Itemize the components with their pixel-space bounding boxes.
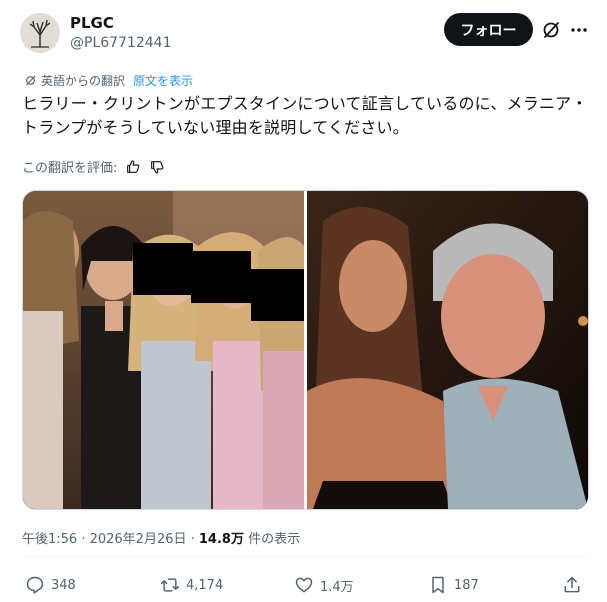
reply-button[interactable]: 348 xyxy=(25,575,76,595)
follow-button[interactable]: フォロー xyxy=(444,13,533,46)
censor-bar xyxy=(191,251,251,303)
grok-translate-icon xyxy=(26,75,36,86)
tweet-media[interactable] xyxy=(22,190,589,510)
share-button[interactable] xyxy=(562,575,582,595)
tweet-card: PLGC @PL67712441 フォロー 英語からの翻訳 原文を表示 ヒラリー… xyxy=(0,0,607,602)
tweet-meta: 午後1:56 · 2026年2月26日 · 14.8万 件の表示 xyxy=(22,528,300,547)
grok-icon[interactable] xyxy=(540,19,562,41)
repost-button[interactable]: 4,174 xyxy=(160,575,223,595)
heart-icon xyxy=(295,577,313,593)
right-photo xyxy=(307,191,588,509)
timestamp[interactable]: 午後1:56 · 2026年2月26日 · xyxy=(22,532,199,547)
display-name[interactable]: PLGC xyxy=(70,14,114,32)
views-suffix: 件の表示 xyxy=(243,532,301,547)
reply-icon xyxy=(26,576,44,594)
rate-translation: この翻訳を評価: xyxy=(22,157,165,176)
translation-note: 英語からの翻訳 原文を表示 xyxy=(24,72,193,89)
thumbs-down-icon[interactable] xyxy=(149,159,165,175)
more-icon[interactable] xyxy=(568,19,590,41)
repost-icon xyxy=(160,578,180,592)
photo-collage xyxy=(23,191,588,509)
like-count: 1.4万 xyxy=(320,579,354,595)
rate-label: この翻訳を評価: xyxy=(22,161,118,176)
action-bar: 348 4,174 1.4万 187 xyxy=(0,575,607,599)
censor-bar xyxy=(251,269,304,321)
bookmark-icon xyxy=(432,576,444,594)
avatar[interactable] xyxy=(20,13,60,53)
user-handle[interactable]: @PL67712441 xyxy=(70,35,172,51)
divider xyxy=(22,556,587,557)
reply-count: 348 xyxy=(51,577,76,593)
like-button[interactable]: 1.4万 xyxy=(294,575,354,595)
translation-label: 英語からの翻訳 xyxy=(41,74,126,88)
left-photo xyxy=(23,191,304,509)
tweet-text: ヒラリー・クリントンがエプスタインについて証言しているのに、メラニア・トランプが… xyxy=(22,94,588,137)
show-original-link[interactable]: 原文を表示 xyxy=(133,72,193,89)
bookmark-count: 187 xyxy=(454,577,479,593)
repost-count: 4,174 xyxy=(186,577,224,593)
share-icon xyxy=(564,576,580,593)
bookmark-button[interactable]: 187 xyxy=(428,575,479,595)
tree-avatar-icon xyxy=(20,13,60,53)
censor-bar xyxy=(133,243,193,295)
view-count: 14.8万 xyxy=(198,532,244,547)
thumbs-up-icon[interactable] xyxy=(125,159,141,175)
